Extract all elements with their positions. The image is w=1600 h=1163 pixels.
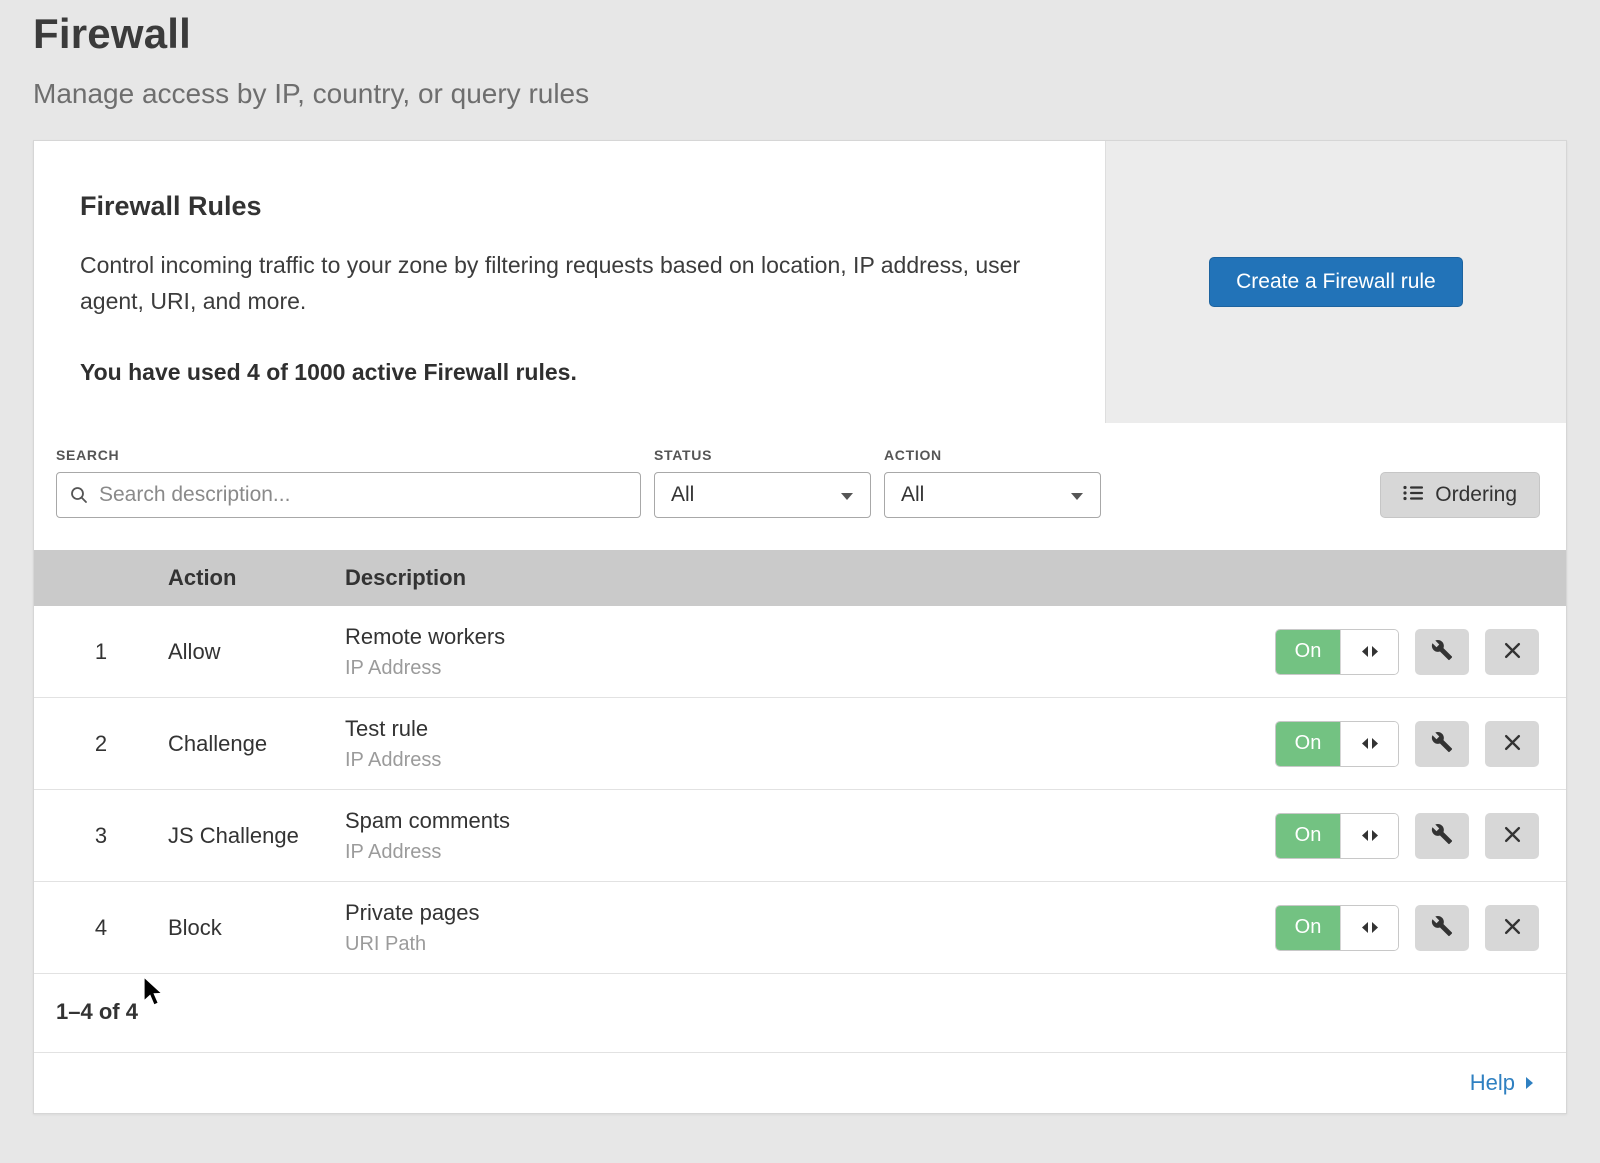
search-icon: [70, 486, 88, 504]
status-label: STATUS: [654, 447, 871, 463]
status-filter-group: STATUS All: [654, 447, 871, 518]
toggle-on-label[interactable]: On: [1276, 814, 1340, 858]
rule-description: Test rule: [345, 716, 1275, 742]
firewall-rules-panel: Firewall Rules Control incoming traffic …: [34, 141, 1566, 423]
firewall-rules-info: Firewall Rules Control incoming traffic …: [34, 141, 1105, 423]
rule-controls: On: [1275, 813, 1566, 859]
rule-field: IP Address: [345, 657, 1275, 680]
wrench-icon: [1431, 731, 1453, 756]
help-row: Help: [34, 1053, 1566, 1113]
create-firewall-rule-button[interactable]: Create a Firewall rule: [1209, 257, 1463, 307]
action-filter-group: ACTION All: [884, 447, 1101, 518]
rule-controls: On: [1275, 721, 1566, 767]
page-subtitle: Manage access by IP, country, or query r…: [33, 78, 1567, 110]
wrench-icon: [1431, 639, 1453, 664]
rule-priority: 2: [34, 731, 168, 757]
wrench-icon: [1431, 823, 1453, 848]
ordering-button[interactable]: Ordering: [1380, 472, 1540, 518]
rules-usage-text: You have used 4 of 1000 active Firewall …: [80, 359, 1045, 386]
close-icon: [1504, 826, 1521, 846]
delete-rule-button[interactable]: [1485, 721, 1539, 767]
ordering-list-icon: [1403, 483, 1423, 507]
rule-action: Allow: [168, 639, 345, 665]
filters-bar: SEARCH STATUS All ACTION All: [34, 423, 1566, 550]
rule-action: JS Challenge: [168, 823, 345, 849]
toggle-drag-handle-icon[interactable]: [1340, 630, 1398, 674]
search-label: SEARCH: [56, 447, 641, 463]
create-rule-panel: Create a Firewall rule: [1105, 141, 1566, 423]
rule-description: Spam comments: [345, 808, 1275, 834]
wrench-icon: [1431, 915, 1453, 940]
close-icon: [1504, 734, 1521, 754]
rule-enabled-toggle[interactable]: On: [1275, 813, 1399, 859]
panel-description: Control incoming traffic to your zone by…: [80, 248, 1030, 319]
panel-title: Firewall Rules: [80, 191, 1045, 222]
status-select-value: All: [671, 483, 694, 507]
rule-description-cell: Private pages URI Path: [345, 900, 1275, 956]
toggle-drag-handle-icon[interactable]: [1340, 906, 1398, 950]
page-title: Firewall: [33, 10, 1567, 58]
rule-description: Remote workers: [345, 624, 1275, 650]
toggle-on-label[interactable]: On: [1276, 630, 1340, 674]
search-input[interactable]: [56, 472, 641, 518]
toggle-on-label[interactable]: On: [1276, 906, 1340, 950]
rule-priority: 4: [34, 915, 168, 941]
status-select[interactable]: All: [654, 472, 871, 518]
help-link-label: Help: [1470, 1070, 1515, 1096]
table-row: 3 JS Challenge Spam comments IP Address …: [34, 790, 1566, 882]
chevron-down-icon: [840, 483, 854, 507]
table-row: 4 Block Private pages URI Path On: [34, 882, 1566, 974]
rule-description-cell: Spam comments IP Address: [345, 808, 1275, 864]
action-select[interactable]: All: [884, 472, 1101, 518]
rule-controls: On: [1275, 629, 1566, 675]
close-icon: [1504, 918, 1521, 938]
action-column-header: Action: [168, 565, 345, 591]
rule-field: URI Path: [345, 933, 1275, 956]
rule-priority: 3: [34, 823, 168, 849]
edit-rule-button[interactable]: [1415, 629, 1469, 675]
rule-description: Private pages: [345, 900, 1275, 926]
description-column-header: Description: [345, 565, 1566, 591]
rule-enabled-toggle[interactable]: On: [1275, 721, 1399, 767]
toggle-on-label[interactable]: On: [1276, 722, 1340, 766]
firewall-card: Firewall Rules Control incoming traffic …: [33, 140, 1567, 1114]
rule-field: IP Address: [345, 749, 1275, 772]
action-label: ACTION: [884, 447, 1101, 463]
toggle-drag-handle-icon[interactable]: [1340, 722, 1398, 766]
rule-field: IP Address: [345, 841, 1275, 864]
page-header: Firewall Manage access by IP, country, o…: [0, 0, 1600, 110]
rule-description-cell: Remote workers IP Address: [345, 624, 1275, 680]
table-row: 2 Challenge Test rule IP Address On: [34, 698, 1566, 790]
table-header: Action Description: [34, 550, 1566, 606]
close-icon: [1504, 642, 1521, 662]
delete-rule-button[interactable]: [1485, 629, 1539, 675]
search-filter-group: SEARCH: [56, 447, 641, 518]
action-select-value: All: [901, 483, 924, 507]
help-link[interactable]: Help: [1470, 1070, 1534, 1096]
chevron-down-icon: [1070, 483, 1084, 507]
rule-description-cell: Test rule IP Address: [345, 716, 1275, 772]
toggle-drag-handle-icon[interactable]: [1340, 814, 1398, 858]
rule-action: Block: [168, 915, 345, 941]
edit-rule-button[interactable]: [1415, 905, 1469, 951]
table-row: 1 Allow Remote workers IP Address On: [34, 606, 1566, 698]
delete-rule-button[interactable]: [1485, 813, 1539, 859]
rule-action: Challenge: [168, 731, 345, 757]
edit-rule-button[interactable]: [1415, 813, 1469, 859]
delete-rule-button[interactable]: [1485, 905, 1539, 951]
rule-priority: 1: [34, 639, 168, 665]
edit-rule-button[interactable]: [1415, 721, 1469, 767]
pagination-summary: 1–4 of 4: [34, 974, 1566, 1053]
chevron-right-icon: [1525, 1070, 1534, 1096]
rule-enabled-toggle[interactable]: On: [1275, 629, 1399, 675]
ordering-button-label: Ordering: [1435, 483, 1517, 507]
rule-enabled-toggle[interactable]: On: [1275, 905, 1399, 951]
rule-controls: On: [1275, 905, 1566, 951]
